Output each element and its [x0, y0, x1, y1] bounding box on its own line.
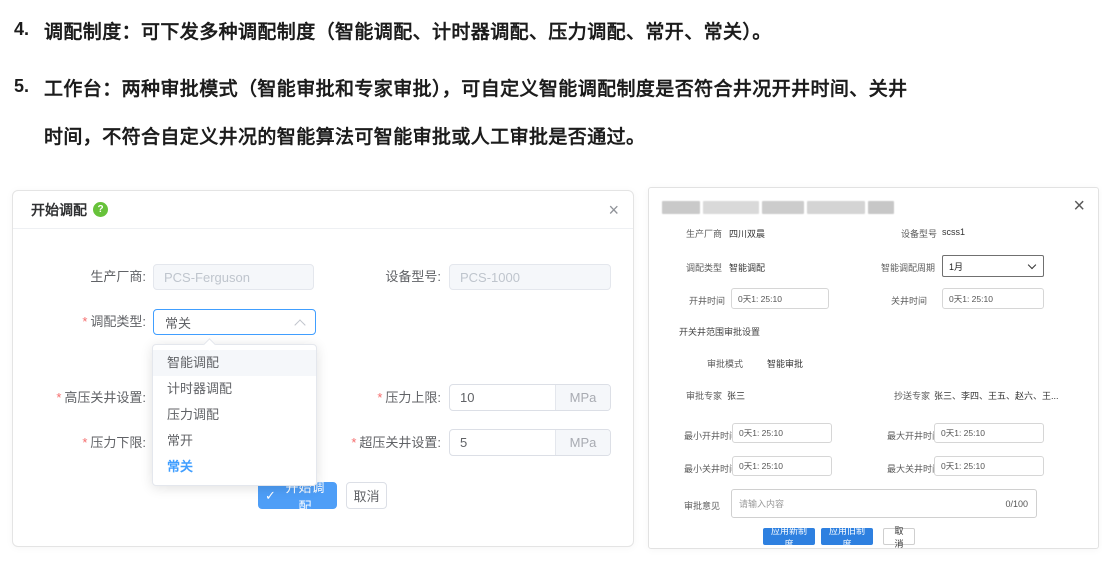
max-open-time-label: 最大开井时间 [887, 429, 941, 442]
check-icon: ✓ [265, 488, 276, 504]
type-select[interactable]: 常关 [153, 309, 316, 335]
high-pressure-close-label: *高压关井设置: [23, 384, 146, 411]
max-close-time-label: 最大关井时间 [887, 462, 941, 475]
manufacturer-value: 四川双晨 [729, 227, 765, 240]
overpressure-close-input-group: MPa [449, 429, 611, 456]
approve-comment-textarea[interactable]: 请输入内容 0/100 [731, 489, 1037, 518]
min-close-time-label: 最小关井时间 [684, 462, 738, 475]
min-open-time-label: 最小开井时间 [684, 429, 738, 442]
doc-item4-number: 4. [14, 19, 29, 40]
chevron-down-icon [1028, 261, 1036, 269]
comment-placeholder: 请输入内容 [732, 497, 1005, 510]
pressure-lower-label: *压力下限: [23, 429, 146, 456]
open-time-label: 开井时间 [689, 294, 725, 307]
cycle-select[interactable]: 1月 [942, 255, 1044, 277]
type-label: 调配类型 [686, 261, 722, 274]
type-dropdown-panel: 智能调配 计时器调配 压力调配 常开 常关 [152, 344, 317, 486]
cycle-label: 智能调配周期 [881, 261, 935, 274]
cycle-select-value: 1月 [949, 260, 963, 273]
apply-new-policy-button[interactable]: 应用新制度 [763, 528, 815, 545]
doc-item5-text-line2: 时间，不符合自定义井况的智能算法可智能审批或人工审批是否通过。 [44, 122, 645, 149]
manufacturer-label: 生产厂商: [23, 264, 146, 290]
comment-counter: 0/100 [1005, 499, 1036, 509]
close-icon[interactable]: × [608, 201, 619, 219]
approve-mode-label: 审批模式 [707, 357, 743, 370]
open-time-input[interactable] [731, 288, 829, 309]
approve-expert-value: 张三 [727, 389, 745, 402]
dropdown-option-smart[interactable]: 智能调配 [153, 350, 316, 376]
close-time-label: 关井时间 [891, 294, 927, 307]
pressure-upper-input-group: MPa [449, 384, 611, 411]
approve-mode-value: 智能审批 [767, 357, 803, 370]
doc-item5-number: 5. [14, 76, 29, 97]
help-icon[interactable]: ? [93, 202, 108, 217]
model-value: scss1 [942, 227, 965, 237]
close-time-input[interactable] [942, 288, 1044, 309]
dropdown-option-pressure[interactable]: 压力调配 [153, 402, 316, 428]
manufacturer-label: 生产厂商 [686, 227, 722, 240]
redacted-title [662, 201, 894, 214]
chevron-up-icon [294, 319, 305, 330]
cancel-button[interactable]: 取消 [346, 482, 387, 509]
min-close-time-input[interactable] [732, 456, 832, 476]
cc-expert-label: 抄送专家 [894, 389, 930, 402]
dropdown-option-timer[interactable]: 计时器调配 [153, 376, 316, 402]
pressure-upper-unit: MPa [555, 385, 610, 410]
cancel-button[interactable]: 取 消 [883, 528, 915, 545]
model-label: 设备型号 [901, 227, 937, 240]
start-allocation-dialog: 开始调配 ? × 生产厂商: 设备型号: *调配类型: 常关 *高压关井设置: … [12, 190, 634, 547]
dropdown-option-always-closed[interactable]: 常关 [153, 454, 316, 480]
dialog-title: 开始调配 [31, 200, 87, 220]
type-value: 智能调配 [729, 261, 765, 274]
approve-expert-label: 审批专家 [686, 389, 722, 402]
cc-expert-value: 张三、李四、王五、赵六、王... [934, 389, 1059, 402]
required-mark: * [82, 314, 87, 329]
doc-item5-text-line1: 工作台：两种审批模式（智能审批和专家审批），可自定义智能调配制度是否符合井况开井… [44, 74, 908, 101]
approve-comment-label: 审批意见 [684, 499, 720, 512]
min-open-time-input[interactable] [732, 423, 832, 443]
overpressure-close-unit: MPa [555, 430, 610, 455]
doc-item4-text: 调配制度：可下发多种调配制度（智能调配、计时器调配、压力调配、常开、常关）。 [44, 17, 772, 44]
overpressure-close-input[interactable] [450, 430, 555, 455]
dialog-header: 开始调配 ? [13, 191, 633, 229]
type-select-value: 常关 [165, 313, 191, 332]
pressure-upper-input[interactable] [450, 385, 555, 410]
dropdown-option-always-open[interactable]: 常开 [153, 428, 316, 454]
close-icon[interactable]: × [1073, 195, 1085, 218]
max-close-time-input[interactable] [934, 456, 1044, 476]
model-label: 设备型号: [253, 264, 441, 290]
max-open-time-input[interactable] [934, 423, 1044, 443]
approval-dialog: × 生产厂商 四川双晨 设备型号 scss1 调配类型 智能调配 智能调配周期 … [648, 187, 1099, 549]
section-open-close-approval-settings: 开关井范围审批设置 [679, 325, 760, 338]
type-label: *调配类型: [23, 309, 146, 335]
apply-old-policy-button[interactable]: 应用旧制度 [821, 528, 873, 545]
start-allocation-button[interactable]: ✓ 开始调配 [258, 482, 337, 509]
model-field [449, 264, 611, 290]
